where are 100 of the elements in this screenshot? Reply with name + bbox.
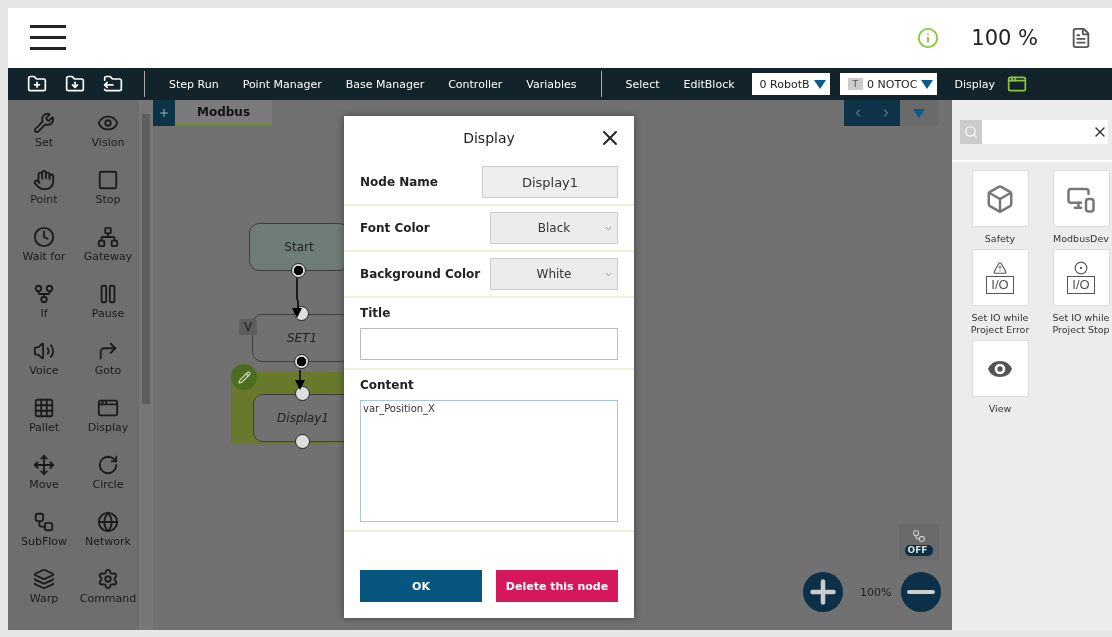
toolbar-button[interactable]: Select bbox=[613, 77, 672, 91]
palette-item[interactable]: Warp bbox=[14, 568, 74, 625]
palette-label: Vision bbox=[91, 136, 125, 149]
palette-label: SubFlow bbox=[20, 535, 67, 548]
tool-dropdown[interactable]: T 0 NOTOC bbox=[839, 73, 938, 95]
palette-label: Display bbox=[87, 421, 129, 434]
color-dropdown[interactable]: Black bbox=[490, 212, 618, 244]
add-tab-button[interactable] bbox=[153, 100, 175, 126]
color-dropdown[interactable]: White bbox=[490, 258, 618, 290]
palette-item[interactable]: Command bbox=[78, 568, 138, 625]
document-icon[interactable] bbox=[1070, 27, 1092, 49]
record-icon bbox=[1074, 261, 1088, 275]
zoom-level: 100% bbox=[860, 586, 892, 599]
base-dropdown[interactable]: 0 RobotB bbox=[751, 73, 830, 95]
palette-item[interactable]: Pallet bbox=[14, 397, 74, 454]
hierarchy-icon bbox=[97, 226, 119, 248]
plus-icon bbox=[158, 107, 170, 119]
palette-item[interactable]: Point bbox=[14, 169, 74, 226]
palette-item[interactable]: Vision bbox=[78, 112, 138, 169]
hand-icon bbox=[33, 169, 55, 191]
node-label: Set IO while Project Error bbox=[969, 312, 1031, 336]
ok-button[interactable]: OK bbox=[360, 570, 482, 602]
flow-tab[interactable]: Modbus bbox=[175, 100, 273, 126]
palette-label: Warp bbox=[29, 592, 59, 605]
palette-label: Wait for bbox=[22, 250, 66, 263]
minus-icon bbox=[907, 590, 935, 594]
field-label: Font Color bbox=[360, 221, 430, 235]
palette-item[interactable]: Display bbox=[78, 397, 138, 454]
warning-icon bbox=[993, 261, 1007, 275]
pencil-icon bbox=[237, 370, 251, 384]
turn-arrow-icon bbox=[97, 340, 119, 362]
dropdown-value: 0 NOTOC bbox=[867, 77, 918, 91]
palette-label: Voice bbox=[29, 364, 59, 377]
delete-button[interactable]: Delete this node bbox=[496, 570, 618, 602]
search-field[interactable] bbox=[960, 120, 1108, 144]
palette-item[interactable]: SubFlow bbox=[14, 511, 74, 568]
menu-icon[interactable] bbox=[30, 25, 66, 51]
palette-item[interactable]: If bbox=[14, 283, 74, 340]
move-icon bbox=[33, 454, 55, 476]
palette-item[interactable]: Network bbox=[78, 511, 138, 568]
globe-icon bbox=[97, 511, 119, 533]
palette-item[interactable]: Pause bbox=[78, 283, 138, 340]
snap-toggle[interactable]: OFF bbox=[899, 524, 939, 560]
content-textarea[interactable]: var_Position_X bbox=[360, 400, 618, 522]
box-icon bbox=[985, 183, 1015, 214]
node-label: ModbusDev bbox=[1053, 233, 1109, 245]
toolbar-button[interactable]: Point Manager bbox=[230, 77, 334, 91]
node-tile[interactable]: I/O bbox=[1052, 249, 1110, 306]
connector-arrow bbox=[294, 370, 306, 390]
node-tile[interactable] bbox=[971, 170, 1029, 227]
field-label: Node Name bbox=[360, 175, 438, 189]
node-name-field[interactable]: Display1 bbox=[482, 166, 618, 198]
zoom-in-button[interactable] bbox=[803, 572, 843, 612]
gear-icon bbox=[97, 568, 119, 590]
toolbar-button[interactable]: Step Run bbox=[157, 77, 231, 91]
zoom-level: 100 % bbox=[971, 26, 1038, 50]
palette-item[interactable]: Goto bbox=[78, 340, 138, 397]
palette-item[interactable]: Move bbox=[14, 454, 74, 511]
node-label: View bbox=[988, 403, 1012, 415]
square-icon bbox=[97, 169, 119, 191]
wrench-icon bbox=[33, 112, 55, 134]
connector-arrow bbox=[291, 278, 303, 318]
scrollbar-thumb[interactable] bbox=[142, 114, 150, 404]
palette-label: Pallet bbox=[28, 421, 60, 434]
edit-button[interactable] bbox=[231, 364, 257, 390]
toolbar-button[interactable]: EditBlock bbox=[671, 77, 747, 91]
window-icon bbox=[97, 397, 119, 419]
toolbar-button[interactable]: Controller bbox=[436, 77, 515, 91]
panel-toggle-icon[interactable] bbox=[1007, 74, 1027, 94]
workflow-icon bbox=[33, 511, 55, 533]
display-button[interactable]: Display bbox=[942, 77, 1007, 91]
node-tile[interactable] bbox=[971, 340, 1029, 397]
palette-label: Gateway bbox=[83, 250, 133, 263]
field-label: Title bbox=[360, 306, 392, 320]
palette-item[interactable]: Set bbox=[14, 112, 74, 169]
palette-label: Network bbox=[85, 535, 131, 548]
palette-label: Move bbox=[29, 478, 59, 491]
tool-badge: T bbox=[847, 78, 863, 90]
toolbar-button[interactable]: Base Manager bbox=[333, 77, 437, 91]
node-tile[interactable]: I/O bbox=[971, 249, 1029, 306]
palette-item[interactable]: Gateway bbox=[78, 226, 138, 283]
title-input[interactable] bbox=[360, 328, 618, 360]
toolbar-button[interactable]: Variables bbox=[514, 77, 589, 91]
layers-icon bbox=[33, 568, 55, 590]
palette-item[interactable]: Voice bbox=[14, 340, 74, 397]
clock-icon bbox=[33, 226, 55, 248]
node-label: Safety bbox=[984, 233, 1016, 245]
zoom-out-button[interactable] bbox=[901, 572, 941, 612]
palette-item[interactable]: Wait for bbox=[14, 226, 74, 283]
field-label: Background Color bbox=[360, 267, 481, 281]
folder-plus-icon bbox=[27, 74, 47, 94]
palette-item[interactable]: Circle bbox=[78, 454, 138, 511]
node-tile[interactable] bbox=[1052, 170, 1110, 227]
palette-label: Goto bbox=[94, 364, 122, 377]
link-nodes-icon bbox=[912, 528, 926, 543]
search-icon bbox=[964, 125, 978, 139]
palette-label: Pause bbox=[91, 307, 125, 320]
palette-item[interactable]: Stop bbox=[78, 169, 138, 226]
folder-export-icon bbox=[103, 74, 123, 94]
caret-icon bbox=[813, 79, 826, 89]
